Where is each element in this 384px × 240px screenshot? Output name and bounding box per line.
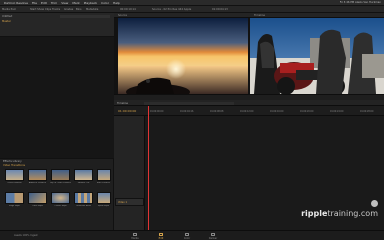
app-menu[interactable]: DaVinci Resolve	[4, 1, 28, 5]
transition-label: Edge Wipe	[9, 205, 20, 207]
bin-master[interactable]: Master	[2, 20, 11, 23]
transition-thumb[interactable]	[74, 169, 93, 181]
page-bar: Assets 100% Ingest Media Edit Color Deli…	[0, 230, 384, 240]
transition-label: Venetian Blind	[76, 205, 91, 207]
ripple-logo	[371, 200, 378, 207]
timeline-ruler[interactable]: 01:00:00:00 01:00:00:00 01:00:04:16 01:0…	[114, 106, 384, 116]
toolbar-item-clips[interactable]: Start Show Clips	[30, 8, 51, 11]
status-text: Assets 100% Ingest	[14, 234, 38, 237]
playhead[interactable]	[148, 106, 149, 230]
watermark: rippletraining.com	[301, 209, 378, 218]
effects-library-panel: Effects Library Video Transitions Cross …	[0, 158, 114, 230]
transition-thumb[interactable]	[74, 192, 93, 204]
menu-trim[interactable]: Trim	[51, 1, 57, 5]
transition-thumb[interactable]	[28, 169, 47, 181]
toolbar-item-metadata[interactable]: Metadata	[86, 8, 98, 11]
ruler-tick: 01:00:20:00	[300, 110, 314, 113]
media-pool-panel: Untitled Master	[0, 13, 114, 158]
transition-label: Spiral Wipe	[97, 205, 110, 207]
transition-thumb[interactable]	[28, 192, 47, 204]
ruler-tick: 01:00:28:00	[360, 110, 374, 113]
ruler-tick: 01:00:12:00	[240, 110, 254, 113]
source-viewer-label: Source	[118, 14, 127, 17]
page-media[interactable]: Media	[128, 233, 142, 240]
motorcycle-frame-image	[250, 18, 384, 94]
transition-thumb[interactable]	[97, 192, 111, 204]
transition-thumb[interactable]	[51, 169, 70, 181]
media-pool-clips[interactable]	[0, 37, 114, 158]
transition-label: Smooth Cut	[77, 182, 90, 184]
menu-help[interactable]: Help	[113, 1, 120, 5]
toolbar-item-grades[interactable]: Grades	[64, 8, 73, 11]
toolbar-item-tracks[interactable]: Tracks	[52, 8, 60, 11]
track-headers: Video 1	[114, 116, 145, 230]
media-pool-search[interactable]: Untitled	[2, 15, 12, 18]
transition-label: Clock Wipe	[31, 205, 44, 207]
menu-color[interactable]: Color	[101, 1, 109, 5]
timeline-label[interactable]: Timeline	[117, 102, 128, 105]
source-viewer[interactable]	[118, 18, 248, 94]
toolbar: Media Pool Start Show Clips Tracks Grade…	[0, 6, 384, 13]
ruler-tick: 01:00:00:00	[150, 110, 164, 113]
transition-thumb[interactable]	[5, 169, 24, 181]
media-pool-header: Untitled Master	[0, 13, 114, 37]
timeline-viewer-label: Timeline	[254, 14, 266, 17]
transition-label: Dip To Color Dissolve	[50, 182, 71, 184]
transition-thumb[interactable]	[97, 169, 111, 181]
effects-library-title[interactable]: Effects Library	[3, 160, 22, 163]
timeline-timecode: 01:00:00:00	[118, 109, 137, 113]
transition-label: Blur Dissolve	[96, 182, 111, 184]
video-transitions-section[interactable]: Video Transitions	[3, 164, 25, 167]
viewer-title: Source - 02 Pro Res 444 Apple	[152, 8, 192, 11]
media-pool-label[interactable]: Media Pool	[2, 8, 16, 11]
timeline-tools[interactable]	[144, 101, 234, 105]
transition-thumb[interactable]	[5, 192, 24, 204]
transition-thumb[interactable]	[51, 192, 70, 204]
ruler-tick: 01:00:16:00	[270, 110, 284, 113]
video-track-header[interactable]: Video 1	[115, 198, 144, 206]
page-edit[interactable]: Edit	[154, 233, 168, 240]
record-viewer[interactable]	[250, 18, 384, 94]
page-color[interactable]: Color	[180, 233, 194, 240]
ruler-tick: 01:00:24:00	[330, 110, 344, 113]
page-deliver[interactable]: Deliver	[206, 233, 220, 240]
sunset-frame-image	[118, 18, 248, 94]
ruler-tick: 01:00:08:08	[210, 110, 224, 113]
pool-column-header	[60, 15, 110, 18]
ruler-tick: 01:00:04:16	[180, 110, 194, 113]
viewer-area: Source Timeline	[114, 13, 384, 100]
menu-view[interactable]: View	[61, 1, 68, 5]
menu-playback[interactable]: Playback	[84, 1, 97, 5]
menu-file[interactable]: File	[32, 1, 37, 5]
menu-edit[interactable]: Edit	[41, 1, 47, 5]
transition-label: Additive Dissolve	[28, 182, 47, 184]
toolbar-item-bins[interactable]: Bins	[76, 8, 82, 11]
source-timecode: 00:00:19:14	[120, 8, 136, 11]
transition-label: Cross Dissolve	[7, 182, 22, 184]
transition-label: Center Wipe	[54, 205, 67, 207]
track-name: Video 1	[118, 201, 127, 204]
record-timecode: 01:00:04:13	[212, 8, 228, 11]
menu-mark[interactable]: Mark	[72, 1, 79, 5]
system-status: Fri 3:46 PM Alexis Van Hurkman	[339, 1, 381, 4]
